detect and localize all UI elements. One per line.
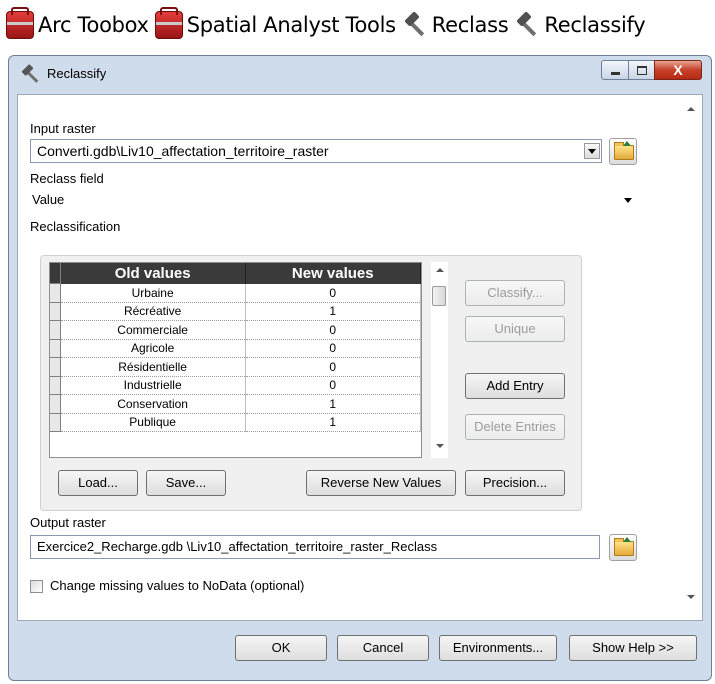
- new-value-cell[interactable]: 1: [245, 302, 421, 321]
- precision-button[interactable]: Precision...: [465, 470, 565, 496]
- cancel-button[interactable]: Cancel: [337, 635, 429, 661]
- row-header[interactable]: [50, 339, 61, 358]
- delete-entries-button[interactable]: Delete Entries: [465, 414, 565, 440]
- old-value-cell[interactable]: Publique: [60, 413, 246, 432]
- close-icon: X: [673, 62, 683, 78]
- classify-button[interactable]: Classify...: [465, 280, 565, 306]
- scroll-up-arrow-icon[interactable]: [682, 101, 699, 118]
- old-value-cell[interactable]: Agricole: [60, 339, 246, 358]
- column-header-old-values[interactable]: Old values: [60, 263, 246, 284]
- close-button[interactable]: X: [654, 60, 702, 80]
- table-row[interactable]: Publique 1: [50, 413, 421, 432]
- breadcrumb-label: Spatial Analyst Tools: [186, 13, 396, 37]
- old-value-cell[interactable]: Conservation: [60, 394, 246, 414]
- breadcrumb-label: Reclassify: [544, 13, 646, 37]
- row-header[interactable]: [50, 357, 61, 377]
- reclass-table-scrollbar[interactable]: [431, 262, 448, 458]
- column-header-new-values[interactable]: New values: [245, 263, 421, 284]
- output-raster-value: Exercice2_Recharge.gdb \Liv10_affectatio…: [37, 539, 438, 554]
- reclass-field-select[interactable]: Value: [28, 189, 638, 211]
- old-value-cell[interactable]: Résidentielle: [60, 357, 246, 377]
- dialog-footer: OK Cancel Environments... Show Help >>: [17, 622, 703, 672]
- environments-button[interactable]: Environments...: [439, 635, 557, 661]
- dialog-scrollbar[interactable]: [682, 95, 699, 620]
- input-raster-browse-button[interactable]: [609, 138, 637, 165]
- breadcrumb-label: Reclass: [431, 13, 509, 37]
- new-value-cell[interactable]: 0: [245, 339, 421, 358]
- reclass-table[interactable]: Old values New values Urbaine 0 Récréativ…: [49, 262, 422, 458]
- table-row[interactable]: Résidentielle 0: [50, 357, 421, 377]
- toolbox-icon: [154, 7, 183, 39]
- add-entry-button[interactable]: Add Entry: [465, 373, 565, 399]
- breadcrumb-item-arc-toolbox[interactable]: Arc Toobox: [0, 7, 149, 39]
- hammer-tool-icon: [514, 12, 540, 38]
- table-row[interactable]: Industrielle 0: [50, 376, 421, 395]
- reclass-field-label: Reclass field: [30, 171, 104, 186]
- breadcrumb-item-spatial-analyst-tools[interactable]: Spatial Analyst Tools: [149, 7, 396, 39]
- input-raster-dropdown-button[interactable]: [584, 143, 600, 159]
- reclassify-dialog: Reclassify X Input raster Converti.gdb\L…: [8, 55, 712, 681]
- new-value-cell[interactable]: 0: [245, 283, 421, 303]
- toolbox-icon: [6, 7, 34, 39]
- row-header[interactable]: [50, 320, 61, 340]
- save-button[interactable]: Save...: [146, 470, 226, 496]
- toolset-icon: [402, 12, 428, 38]
- row-header[interactable]: [50, 376, 61, 395]
- row-header[interactable]: [50, 413, 61, 432]
- table-row[interactable]: Récréative 1: [50, 302, 421, 321]
- breadcrumb: Arc Toobox Spatial Analyst Tools Reclass…: [0, 0, 715, 50]
- table-row[interactable]: Commerciale 0: [50, 320, 421, 340]
- table-row[interactable]: Urbaine 0: [50, 283, 421, 303]
- new-value-cell[interactable]: 0: [245, 376, 421, 395]
- breadcrumb-item-reclass[interactable]: Reclass: [396, 12, 509, 38]
- old-value-cell[interactable]: Industrielle: [60, 376, 246, 395]
- old-value-cell[interactable]: Urbaine: [60, 283, 246, 303]
- breadcrumb-label: Arc Toobox: [38, 13, 149, 37]
- new-value-cell[interactable]: 0: [245, 320, 421, 340]
- input-raster-label: Input raster: [30, 121, 96, 136]
- minimize-button[interactable]: [601, 60, 629, 80]
- folder-icon: [614, 538, 634, 556]
- reclassification-label: Reclassification: [30, 219, 121, 234]
- row-header[interactable]: [50, 302, 61, 321]
- missing-values-checkbox[interactable]: [30, 580, 43, 593]
- output-raster-label: Output raster: [30, 515, 106, 530]
- output-raster-browse-button[interactable]: [609, 534, 637, 561]
- old-value-cell[interactable]: Récréative: [60, 302, 246, 321]
- row-header[interactable]: [50, 283, 61, 303]
- dialog-body: Input raster Converti.gdb\Liv10_affectat…: [17, 94, 703, 621]
- old-value-cell[interactable]: Commerciale: [60, 320, 246, 340]
- window-title: Reclassify: [47, 66, 107, 81]
- scroll-down-arrow-icon[interactable]: [431, 438, 448, 455]
- load-button[interactable]: Load...: [58, 470, 138, 496]
- scroll-down-arrow-icon[interactable]: [682, 589, 699, 606]
- missing-values-label: Change missing values to NoData (optiona…: [50, 578, 305, 593]
- table-row[interactable]: Conservation 1: [50, 394, 421, 414]
- new-value-cell[interactable]: 1: [245, 394, 421, 414]
- input-raster-value: Converti.gdb\Liv10_affectation_territoir…: [37, 143, 329, 159]
- maximize-button[interactable]: [628, 60, 655, 80]
- hammer-tool-icon: [21, 65, 41, 85]
- reverse-new-values-button[interactable]: Reverse New Values: [306, 470, 456, 496]
- reclass-field-value: Value: [32, 192, 65, 207]
- folder-icon: [614, 142, 634, 160]
- new-value-cell[interactable]: 0: [245, 357, 421, 377]
- row-header[interactable]: [50, 394, 61, 414]
- scroll-up-arrow-icon[interactable]: [431, 262, 448, 279]
- scroll-thumb[interactable]: [432, 286, 446, 306]
- chevron-down-icon: [624, 198, 632, 203]
- row-header-corner: [50, 263, 61, 284]
- show-help-button[interactable]: Show Help >>: [569, 635, 697, 661]
- reclassification-panel: Old values New values Urbaine 0 Récréativ…: [40, 255, 582, 511]
- unique-button[interactable]: Unique: [465, 316, 565, 342]
- title-bar[interactable]: Reclassify X: [9, 56, 711, 94]
- ok-button[interactable]: OK: [235, 635, 327, 661]
- output-raster-input[interactable]: Exercice2_Recharge.gdb \Liv10_affectatio…: [30, 535, 600, 559]
- input-raster-combobox[interactable]: Converti.gdb\Liv10_affectation_territoir…: [30, 139, 602, 163]
- reclass-table-grid: Old values New values Urbaine 0 Récréativ…: [50, 263, 421, 432]
- breadcrumb-item-reclassify[interactable]: Reclassify: [508, 12, 645, 38]
- table-row[interactable]: Agricole 0: [50, 339, 421, 358]
- new-value-cell[interactable]: 1: [245, 413, 421, 432]
